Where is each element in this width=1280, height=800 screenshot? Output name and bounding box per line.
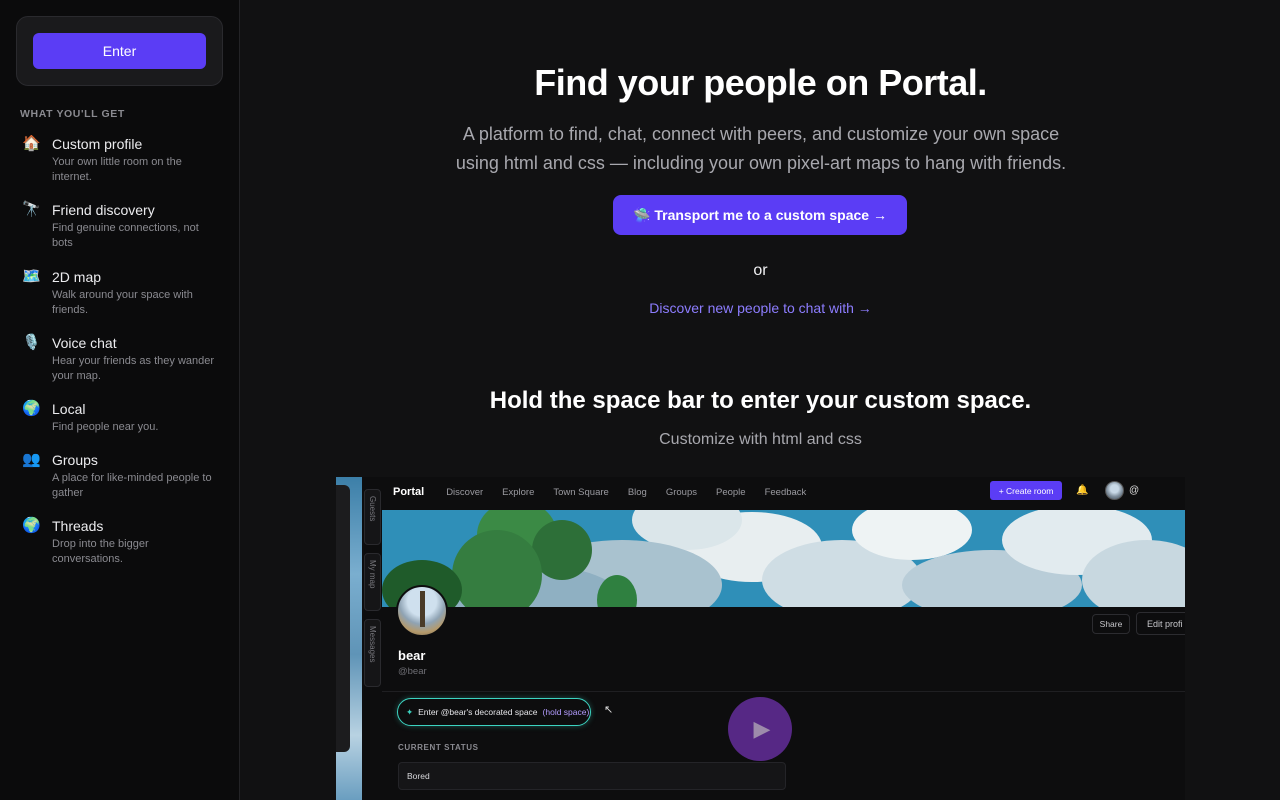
user-avatar[interactable] bbox=[1105, 481, 1124, 500]
tab-guests[interactable]: Guests bbox=[364, 489, 381, 545]
feature-title: Local bbox=[52, 401, 86, 417]
telescope-icon: 🔭 bbox=[22, 201, 41, 218]
nav-explore[interactable]: Explore bbox=[502, 487, 534, 498]
share-button[interactable]: Share bbox=[1092, 614, 1130, 634]
profile-avatar bbox=[396, 585, 448, 637]
enter-button[interactable]: Enter bbox=[33, 33, 206, 69]
nav-feedback[interactable]: Feedback bbox=[765, 487, 807, 498]
create-room-button[interactable]: + Create room bbox=[990, 481, 1062, 500]
status-label: CURRENT STATUS bbox=[398, 743, 479, 752]
feature-desc: Drop into the bigger conversations. bbox=[52, 538, 149, 565]
feature-title: Voice chat bbox=[52, 335, 117, 351]
nav-discover[interactable]: Discover bbox=[446, 487, 483, 498]
play-button[interactable]: ▶ bbox=[728, 697, 792, 761]
feature-desc: Find people near you. bbox=[52, 421, 159, 433]
people-icon: 👥 bbox=[22, 451, 41, 468]
feature-local: 🌍 Local Find people near you. bbox=[22, 399, 222, 435]
status-field[interactable]: Bored bbox=[398, 762, 786, 790]
play-icon: ▶ bbox=[753, 716, 771, 741]
house-icon: 🏠 bbox=[22, 135, 41, 152]
feature-title: 2D map bbox=[52, 269, 102, 285]
hero-title: Find your people on Portal. bbox=[534, 62, 987, 103]
tab-messages[interactable]: Messages bbox=[364, 619, 381, 687]
edit-profile-button[interactable]: Edit profi bbox=[1136, 612, 1185, 635]
feature-title: Custom profile bbox=[52, 136, 143, 152]
vertical-tabs: Guests My map Messages bbox=[362, 477, 382, 800]
feature-desc: A place for like-minded people to gather bbox=[52, 472, 212, 499]
feature-title: Groups bbox=[52, 452, 98, 468]
main-content: Find your people on Portal. A platform t… bbox=[241, 0, 1280, 800]
bell-icon[interactable]: 🔔 bbox=[1076, 485, 1088, 496]
feature-desc: Walk around your space with friends. bbox=[52, 289, 193, 316]
feature-groups: 👥 Groups A place for like-minded people t… bbox=[22, 450, 222, 501]
preview-navbar: Portal Discover Explore Town Square Blog… bbox=[382, 477, 1185, 507]
or-label: or bbox=[753, 262, 768, 279]
tab-label: Messages bbox=[368, 626, 377, 663]
enter-space-button[interactable]: ✦ Enter @bear's decorated space (hold sp… bbox=[397, 698, 591, 726]
discover-link[interactable]: Discover new people to chat with → bbox=[241, 300, 1280, 316]
enter-space-hint: (hold space) bbox=[542, 707, 590, 717]
feature-custom-profile: 🏠 Custom profile Your own little room on … bbox=[22, 134, 222, 185]
side-panel bbox=[336, 485, 350, 752]
brand-logo[interactable]: Portal bbox=[393, 486, 424, 498]
nav-groups[interactable]: Groups bbox=[666, 487, 697, 498]
section-subheading: Customize with html and css bbox=[659, 431, 862, 448]
nav-blog[interactable]: Blog bbox=[628, 487, 647, 498]
map-icon: 🗺️ bbox=[22, 268, 41, 285]
feature-title: Threads bbox=[52, 518, 104, 534]
feature-desc: Hear your friends as they wander your ma… bbox=[52, 355, 215, 382]
profile-banner bbox=[382, 510, 1185, 607]
sidebar: Enter WHAT YOU'LL GET 🏠 Custom profile Yo… bbox=[0, 0, 240, 800]
feature-2d-map: 🗺️ 2D map Walk around your space with fri… bbox=[22, 267, 222, 318]
profile-name: bear bbox=[398, 648, 426, 663]
cursor-icon: ↖ bbox=[604, 704, 614, 716]
feature-list: 🏠 Custom profile Your own little room on … bbox=[22, 134, 222, 567]
user-handle: @ bbox=[1129, 485, 1140, 496]
sparkle-icon: ✦ bbox=[406, 706, 414, 717]
globe-icon: 🌍 bbox=[22, 517, 41, 534]
divider bbox=[382, 691, 1185, 692]
nav-people[interactable]: People bbox=[716, 487, 746, 498]
transport-button[interactable]: 🛸 Transport me to a custom space → bbox=[613, 195, 907, 235]
globe-icon: 🌍 bbox=[22, 400, 41, 417]
section-heading: Hold the space bar to enter your custom … bbox=[489, 387, 1032, 414]
tab-label: My map bbox=[368, 560, 377, 589]
feature-voice-chat: 🎙️ Voice chat Hear your friends as they w… bbox=[22, 333, 222, 384]
section-title: WHAT YOU'LL GET bbox=[20, 108, 125, 120]
hero-subtitle: A platform to find, chat, connect with p… bbox=[455, 124, 1067, 173]
enter-space-label: Enter @bear's decorated space bbox=[418, 707, 538, 717]
feature-friend-discovery: 🔭 Friend discovery Find genuine connectio… bbox=[22, 200, 222, 252]
enter-card: Enter bbox=[16, 16, 223, 86]
microphone-icon: 🎙️ bbox=[22, 334, 41, 351]
feature-desc: Your own little room on the internet. bbox=[52, 156, 182, 183]
feature-title: Friend discovery bbox=[52, 202, 155, 218]
feature-threads: 🌍 Threads Drop into the bigger conversati… bbox=[22, 516, 222, 567]
feature-desc: Find genuine connections, not bots bbox=[52, 222, 199, 249]
profile-preview: Guests My map Messages Portal Discover E… bbox=[336, 477, 1185, 800]
tab-label: Guests bbox=[368, 496, 377, 522]
nav-town-square[interactable]: Town Square bbox=[553, 487, 608, 498]
tab-my-map[interactable]: My map bbox=[364, 553, 381, 611]
profile-handle: @bear bbox=[398, 666, 427, 677]
